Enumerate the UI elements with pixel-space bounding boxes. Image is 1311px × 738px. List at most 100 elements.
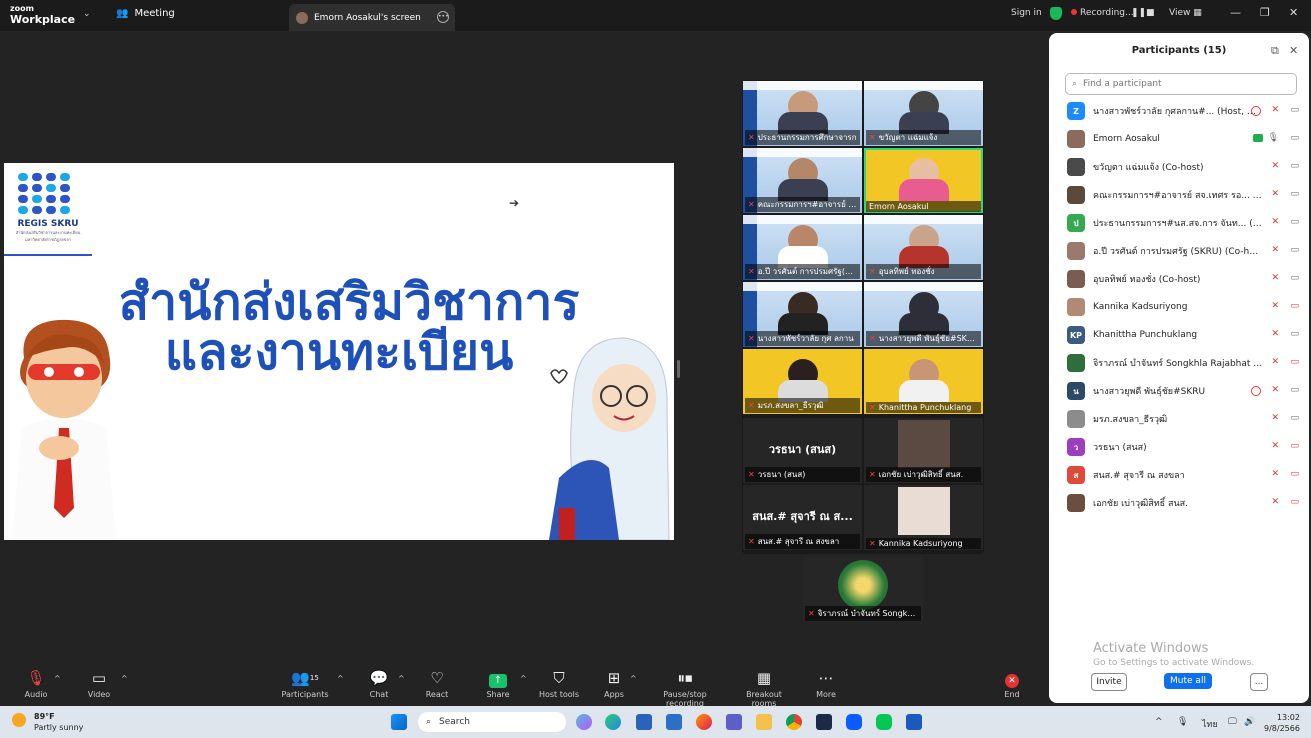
microphone-icon[interactable]: 🎙 bbox=[1177, 717, 1188, 727]
participant-row[interactable]: เอกชัย เบ่าวุฒิสิทธิ์ สนส. ✕ ▭ bbox=[1065, 489, 1301, 517]
mic-icon[interactable]: 🎙 bbox=[1268, 133, 1279, 143]
chat-caret-icon[interactable]: ^ bbox=[398, 674, 405, 683]
mic-muted-icon[interactable]: ✕ bbox=[1271, 329, 1279, 339]
mic-muted-icon[interactable]: ✕ bbox=[1271, 161, 1279, 171]
react-button[interactable]: ♡ React bbox=[423, 669, 451, 699]
video-camera-icon[interactable]: ▭ bbox=[1290, 189, 1299, 199]
video-tile[interactable]: ✕ นางสาวพัชร์วาลัย กุศ ลกาน bbox=[743, 282, 862, 347]
video-off-icon[interactable]: ▭ bbox=[1290, 357, 1299, 367]
video-off-icon[interactable]: ▭ bbox=[1290, 441, 1299, 451]
mic-muted-icon[interactable]: ✕ bbox=[1271, 385, 1279, 395]
word-icon[interactable] bbox=[906, 714, 922, 730]
stop-icon[interactable]: ■ bbox=[1146, 8, 1155, 18]
apps-caret-icon[interactable]: ^ bbox=[630, 674, 637, 683]
video-tile-no-video[interactable]: สนส.# สุจารี ณ ส... ✕ สนส.# สุจารี ณ สงขล… bbox=[743, 485, 862, 550]
close-panel-icon[interactable]: ✕ bbox=[1289, 44, 1298, 57]
audio-options-caret-icon[interactable]: ^ bbox=[54, 674, 61, 683]
video-tile[interactable]: ✕ ประธานกรรมการศึกษาจารก bbox=[743, 81, 862, 146]
weather-icon[interactable] bbox=[12, 713, 26, 727]
video-tile[interactable]: ✕ Khanittha Punchuklang bbox=[864, 349, 983, 414]
close-icon[interactable]: ✕ bbox=[1289, 6, 1298, 19]
video-options-caret-icon[interactable]: ^ bbox=[121, 674, 128, 683]
copilot-icon[interactable] bbox=[576, 714, 592, 730]
more-options-icon[interactable]: ••• bbox=[437, 11, 449, 23]
participants-button[interactable]: 👥15 Participants bbox=[280, 669, 330, 699]
line-icon[interactable] bbox=[876, 714, 892, 730]
end-meeting-button[interactable]: ✕ End bbox=[998, 669, 1026, 699]
teams-icon[interactable] bbox=[726, 714, 742, 730]
windows-start-icon[interactable] bbox=[391, 714, 407, 730]
mic-muted-icon[interactable]: ✕ bbox=[1271, 273, 1279, 283]
video-tile[interactable]: ✕ Kannika Kadsuriyong bbox=[864, 485, 983, 550]
video-tile-active-speaker[interactable]: Emorn Aosakul bbox=[864, 148, 983, 213]
video-tile-no-video[interactable]: วรธนา (สนส) ✕ วรธนา (สนส) bbox=[743, 418, 862, 483]
split-view-drag-handle[interactable] bbox=[677, 360, 680, 378]
video-tile[interactable]: ✕ อุบลทิพย์ ทองชั่ง bbox=[864, 215, 983, 280]
tray-overflow-icon[interactable]: ^ bbox=[1155, 717, 1163, 727]
participant-row[interactable]: Kannika Kadsuriyong ✕ ▭ bbox=[1065, 293, 1301, 321]
weather-description[interactable]: Partly sunny bbox=[34, 723, 83, 732]
edge-icon[interactable] bbox=[605, 714, 621, 730]
video-tile[interactable]: ✕ อ.ปี วรศันต์ การปรมศรัฐ(SKR bbox=[743, 215, 862, 280]
video-camera-icon[interactable]: ▭ bbox=[1290, 133, 1299, 143]
video-camera-icon[interactable]: ▭ bbox=[1290, 161, 1299, 171]
more-button[interactable]: ⋯ More bbox=[812, 669, 840, 699]
store-icon[interactable] bbox=[636, 714, 652, 730]
pause-stop-recording-button[interactable]: ⏸⏹ Pause/stop recording bbox=[645, 669, 725, 708]
video-tile[interactable]: ✕ เอกชัย เบ่าวุฒิสิทธิ์ สนส. bbox=[864, 418, 983, 483]
mic-muted-icon[interactable]: ✕ bbox=[1271, 413, 1279, 423]
video-camera-icon[interactable]: ▭ bbox=[1290, 245, 1299, 255]
video-camera-icon[interactable]: ▭ bbox=[1290, 105, 1299, 115]
participant-row[interactable]: คณะกรรมการฯ#อาจารย์ สจ.เทศร รอ... (Co-ho… bbox=[1065, 181, 1301, 209]
pause-icon[interactable]: ❚❚ bbox=[1131, 8, 1146, 18]
participant-search-input[interactable] bbox=[1081, 78, 1286, 90]
video-off-icon[interactable]: ▭ bbox=[1290, 497, 1299, 507]
video-camera-icon[interactable]: ▭ bbox=[1290, 217, 1299, 227]
mic-muted-icon[interactable]: ✕ bbox=[1271, 497, 1279, 507]
mic-muted-icon[interactable]: ✕ bbox=[1271, 105, 1279, 115]
system-clock[interactable]: 13:02 9/8/2566 bbox=[1264, 712, 1300, 734]
mic-muted-icon[interactable]: ✕ bbox=[1271, 441, 1279, 451]
participant-row[interactable]: จิราภรณ์ บำจันทร์ Songkhla Rajabhat Univ… bbox=[1065, 349, 1301, 377]
chrome-icon[interactable] bbox=[786, 714, 802, 730]
video-tile[interactable]: ✕ นางสาวยุพดี พันธุ์ชัย#SKRU bbox=[864, 282, 983, 347]
mic-muted-icon[interactable]: ✕ bbox=[1271, 189, 1279, 199]
share-button[interactable]: ↑ Share bbox=[484, 669, 512, 699]
chat-button[interactable]: 💬 Chat bbox=[366, 669, 392, 699]
video-camera-icon[interactable]: ▭ bbox=[1290, 413, 1299, 423]
mic-muted-icon[interactable]: ✕ bbox=[1271, 245, 1279, 255]
zoom-icon[interactable] bbox=[846, 714, 862, 730]
sign-in-link[interactable]: Sign in bbox=[1011, 8, 1042, 18]
meeting-tab[interactable]: 👥 Meeting bbox=[116, 8, 175, 19]
participant-row[interactable]: อ.ปี วรศันต์ การปรมศรัฐ (SKRU) (Co-host)… bbox=[1065, 237, 1301, 265]
participant-row[interactable]: ป ประธานกรรมการฯ#นส.สจ.การ จันท... (Co-ho… bbox=[1065, 209, 1301, 237]
share-caret-icon[interactable]: ^ bbox=[520, 674, 527, 683]
shared-screen-content[interactable]: REGIS SKRU สำนักส่งเสริมวิชาการและงานทะเ… bbox=[4, 163, 674, 540]
minimize-icon[interactable]: — bbox=[1230, 6, 1241, 19]
restore-icon[interactable]: ❐ bbox=[1260, 6, 1270, 19]
mic-muted-icon[interactable]: ✕ bbox=[1271, 469, 1279, 479]
app-icon[interactable] bbox=[816, 714, 832, 730]
participant-search[interactable]: ⌕ bbox=[1065, 73, 1297, 95]
participant-row[interactable]: ว วรธนา (สนส) ✕ ▭ bbox=[1065, 433, 1301, 461]
video-camera-icon[interactable]: ▭ bbox=[1290, 273, 1299, 283]
file-explorer-icon[interactable] bbox=[756, 714, 772, 730]
video-tile[interactable]: ✕ ขวัญตา แฉ่มแจ้ง bbox=[864, 81, 983, 146]
participant-row[interactable]: น นางสาวยุพดี พันธุ์ชัย#SKRU ✕ ▭ bbox=[1065, 377, 1301, 405]
pop-out-icon[interactable]: ⧉ bbox=[1271, 44, 1279, 58]
participant-row[interactable]: Emorn Aosakul 🎙 ▭ bbox=[1065, 125, 1301, 153]
video-off-icon[interactable]: ▭ bbox=[1290, 301, 1299, 311]
zoom-workplace-logo[interactable]: zoom Workplace bbox=[10, 4, 75, 25]
mic-muted-icon[interactable]: ✕ bbox=[1271, 301, 1279, 311]
participant-row[interactable]: Z นางสาวพัชร์วาลัย กุศลกาน#... (Host, me)… bbox=[1065, 97, 1301, 125]
weather-temperature[interactable]: 89°F bbox=[34, 712, 55, 721]
breakout-rooms-button[interactable]: ▦ Breakout rooms bbox=[733, 669, 795, 708]
video-off-icon[interactable]: ▭ bbox=[1290, 469, 1299, 479]
input-language[interactable]: ไทย bbox=[1202, 717, 1218, 731]
mail-icon[interactable] bbox=[666, 714, 682, 730]
apps-button[interactable]: ⊞ Apps bbox=[600, 669, 628, 699]
video-camera-icon[interactable]: ▭ bbox=[1290, 329, 1299, 339]
video-tile[interactable]: ✕ จิราภรณ์ บำจันทร์ Songkhl... bbox=[803, 556, 923, 622]
taskbar-search[interactable]: ⌕ Search bbox=[418, 712, 566, 732]
mic-muted-icon[interactable]: ✕ bbox=[1271, 217, 1279, 227]
